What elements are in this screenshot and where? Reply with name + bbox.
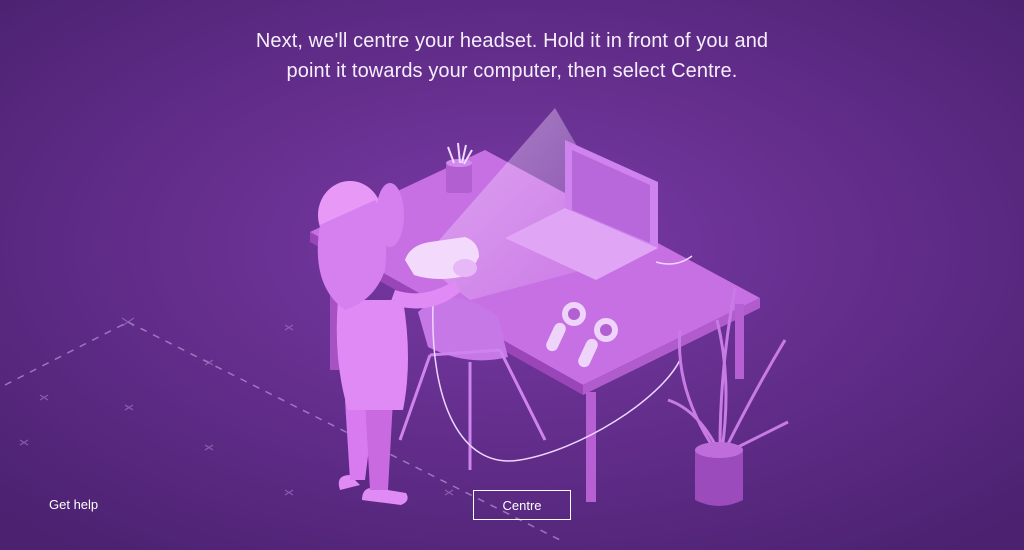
instruction-line-2: point it towards your computer, then sel… (286, 60, 738, 82)
get-help-link[interactable]: Get help (49, 497, 98, 512)
instruction-line-1: Next, we'll centre your headset. Hold it… (255, 30, 769, 52)
centre-button[interactable]: Centre (473, 490, 571, 520)
instruction-text: Next, we'll centre your headset. Hold it… (212, 26, 812, 86)
